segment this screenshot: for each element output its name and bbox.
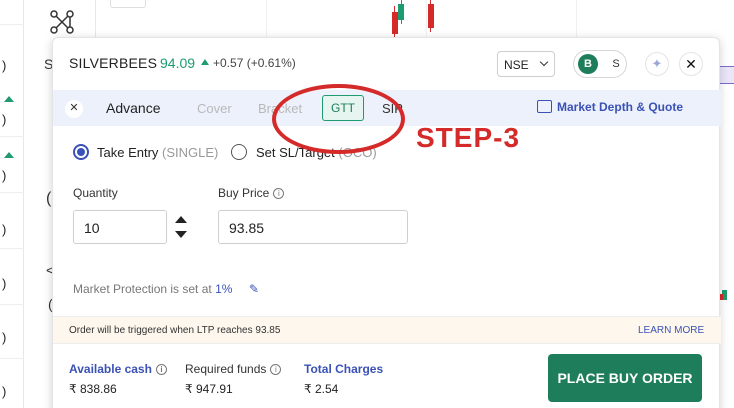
watchlist-glyph: ) [2, 276, 7, 291]
up-indicator-icon [4, 152, 14, 158]
toolbar-glyph: ( [46, 190, 52, 207]
buy-sell-toggle[interactable]: B S [573, 50, 627, 78]
info-icon[interactable]: i [270, 364, 282, 375]
watchlist-row-divider [0, 304, 24, 305]
sparkle-icon[interactable]: ✦ [645, 52, 669, 76]
watchlist-glyph: ) [2, 168, 7, 183]
close-icon[interactable]: ✕ [65, 100, 83, 118]
take-entry-radio[interactable] [73, 144, 89, 160]
info-icon[interactable]: i [273, 188, 285, 199]
exchange-value: NSE [504, 58, 529, 72]
chart-icon [537, 100, 552, 113]
buy-toggle[interactable]: B [578, 54, 598, 74]
place-buy-order-button[interactable]: PLACE BUY ORDER [548, 354, 702, 402]
take-entry-label[interactable]: Take Entry (SINGLE) [97, 145, 218, 160]
set-sl-target-radio[interactable] [231, 144, 247, 160]
total-charges-value: ₹ 2.54 [304, 382, 339, 396]
chart-control-button[interactable] [110, 0, 146, 8]
buy-price-label: Buy Price i [218, 186, 285, 200]
order-header: SILVERBEES 94.09 +0.57 (+0.61%) NSE B S … [53, 38, 721, 90]
price-band [720, 66, 734, 84]
annotation-circle [272, 84, 405, 154]
trigger-notice: Order will be triggered when LTP reaches… [53, 316, 721, 344]
watchlist-strip: ) ) ) ) ) ) ) [0, 0, 24, 408]
watchlist-glyph: ) [2, 330, 7, 345]
quantity-input[interactable]: 10 [73, 210, 167, 244]
watchlist-row-divider [0, 136, 24, 137]
required-funds-value: ₹ 947.91 [185, 382, 233, 396]
total-charges-link[interactable]: Total Charges [304, 362, 383, 376]
market-protection-text: Market Protection is set at 1% [73, 282, 233, 296]
last-traded-price: 94.09 [160, 55, 196, 71]
candle [398, 4, 404, 20]
trigger-notice-text: Order will be triggered when LTP reaches… [69, 325, 281, 336]
quantity-stepper[interactable] [167, 210, 195, 244]
sell-toggle[interactable]: S [606, 54, 626, 74]
up-indicator-icon [4, 96, 14, 102]
edit-icon[interactable]: ✎ [249, 282, 259, 296]
watchlist-row-divider [0, 192, 24, 193]
market-depth-link[interactable]: Market Depth & Quote [557, 100, 683, 114]
available-cash-value: ₹ 838.86 [69, 382, 117, 396]
tab-cover[interactable]: Cover [197, 101, 232, 116]
decrement-icon[interactable] [175, 231, 187, 238]
increment-icon[interactable] [175, 216, 187, 223]
tab-advance[interactable]: Advance [106, 100, 160, 116]
quantity-label: Quantity [73, 186, 118, 200]
close-icon[interactable]: ✕ [679, 52, 703, 76]
buy-price-input[interactable]: 93.85 [218, 210, 408, 244]
step-annotation: STEP-3 [416, 122, 521, 153]
required-funds-label: Required funds i [185, 362, 282, 376]
watchlist-row-divider [0, 24, 24, 25]
watchlist-glyph: ) [2, 112, 7, 127]
instrument-symbol: SILVERBEES [69, 55, 158, 71]
network-icon[interactable] [48, 8, 76, 36]
learn-more-link[interactable]: LEARN MORE [638, 325, 704, 336]
candle [428, 4, 434, 28]
exchange-select[interactable]: NSE [497, 51, 555, 77]
available-cash-label: Available cash i [69, 362, 167, 376]
order-window: SILVERBEES 94.09 +0.57 (+0.61%) NSE B S … [52, 37, 721, 408]
chevron-down-icon [539, 57, 549, 67]
price-change: +0.57 (+0.61%) [213, 56, 296, 70]
watchlist-row-divider [0, 358, 24, 359]
watchlist-glyph: ) [2, 384, 7, 399]
info-icon[interactable]: i [155, 364, 167, 375]
price-up-icon [201, 59, 209, 65]
watchlist-row-divider [0, 248, 24, 249]
watchlist-glyph: ) [2, 222, 7, 237]
watchlist-glyph: ) [2, 58, 7, 73]
